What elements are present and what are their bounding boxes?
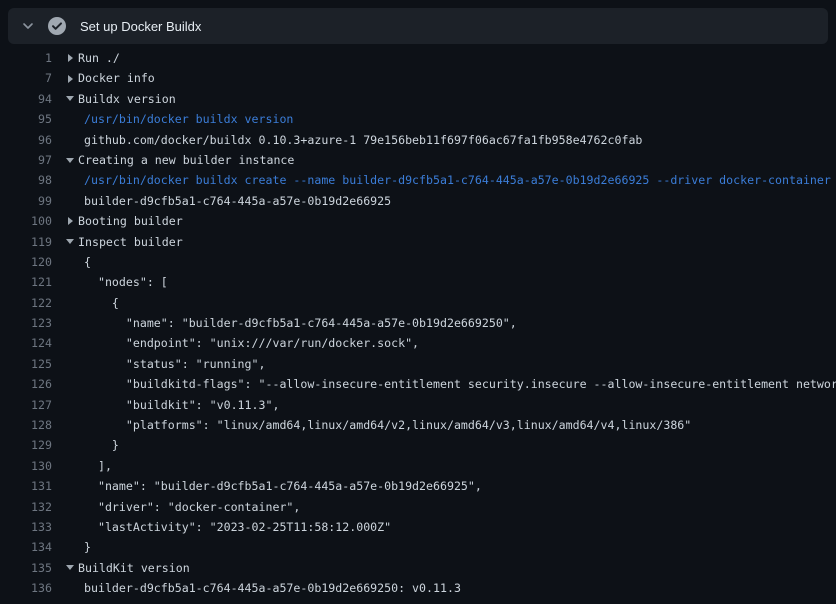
line-number[interactable]: 132 — [0, 497, 52, 517]
log-text: Inspect builder — [78, 232, 183, 252]
log-group-line[interactable]: 1 Run ./ — [0, 48, 836, 68]
log-line: 125 "status": "running", — [0, 354, 836, 374]
log-line: 99 builder-d9cfb5a1-c764-445a-a57e-0b19d… — [0, 191, 836, 211]
triangle-down-icon — [66, 565, 74, 570]
line-number[interactable]: 131 — [0, 476, 52, 496]
log-line: 133 "lastActivity": "2023-02-25T11:58:12… — [0, 517, 836, 537]
triangle-right-icon — [66, 75, 74, 83]
log-text: builder-d9cfb5a1-c764-445a-a57e-0b19d2e6… — [84, 578, 461, 598]
log-group-line[interactable]: 7 Docker info — [0, 68, 836, 88]
log-text: "platforms": "linux/amd64,linux/amd64/v2… — [84, 415, 691, 435]
line-number[interactable]: 135 — [0, 558, 52, 578]
log-line: 136 builder-d9cfb5a1-c764-445a-a57e-0b19… — [0, 578, 836, 598]
log-line: 130 ], — [0, 456, 836, 476]
line-number[interactable]: 100 — [0, 211, 52, 231]
log-line: 126 "buildkitd-flags": "--allow-insecure… — [0, 374, 836, 394]
line-number[interactable]: 99 — [0, 191, 52, 211]
line-number[interactable]: 98 — [0, 170, 52, 190]
line-number[interactable]: 119 — [0, 232, 52, 252]
triangle-down-icon — [66, 158, 74, 163]
line-number[interactable]: 123 — [0, 313, 52, 333]
log-line: 127 "buildkit": "v0.11.3", — [0, 395, 836, 415]
log-text: "buildkitd-flags": "--allow-insecure-ent… — [84, 374, 836, 394]
log-text: github.com/docker/buildx 0.10.3+azure-1 … — [84, 130, 642, 150]
line-number[interactable]: 126 — [0, 374, 52, 394]
log-text: "nodes": [ — [84, 272, 168, 292]
line-number[interactable]: 1 — [0, 48, 52, 68]
log-text: { — [84, 293, 119, 313]
check-circle-icon — [48, 17, 66, 35]
line-number[interactable]: 128 — [0, 415, 52, 435]
line-number[interactable]: 125 — [0, 354, 52, 374]
log-line: 98 /usr/bin/docker buildx create --name … — [0, 170, 836, 190]
line-number[interactable]: 136 — [0, 578, 52, 598]
log-text: { — [84, 252, 91, 272]
actions-log-viewer: Set up Docker Buildx 1 Run ./ 7 Docker i… — [0, 0, 836, 604]
log-text: "driver": "docker-container", — [84, 497, 300, 517]
log-text: Buildx version — [78, 89, 176, 109]
log-text: Run ./ — [78, 48, 120, 68]
line-number[interactable]: 121 — [0, 272, 52, 292]
log-lines: 1 Run ./ 7 Docker info 94 Buildx version… — [0, 44, 836, 604]
log-text: Creating a new builder instance — [78, 150, 294, 170]
log-text: "buildkit": "v0.11.3", — [84, 395, 279, 415]
log-text: "name": "builder-d9cfb5a1-c764-445a-a57e… — [84, 476, 482, 496]
line-number[interactable]: 96 — [0, 130, 52, 150]
log-line: 122 { — [0, 293, 836, 313]
triangle-right-icon — [66, 217, 74, 225]
triangle-down-icon — [66, 239, 74, 244]
log-line: 128 "platforms": "linux/amd64,linux/amd6… — [0, 415, 836, 435]
triangle-down-icon — [66, 96, 74, 101]
line-number[interactable]: 7 — [0, 68, 52, 88]
log-line: 96 github.com/docker/buildx 0.10.3+azure… — [0, 130, 836, 150]
log-line: 129 } — [0, 435, 836, 455]
line-number[interactable]: 129 — [0, 435, 52, 455]
log-group-line[interactable]: 97 Creating a new builder instance — [0, 150, 836, 170]
step-title: Set up Docker Buildx — [80, 19, 201, 34]
line-number[interactable]: 130 — [0, 456, 52, 476]
line-number[interactable]: 120 — [0, 252, 52, 272]
log-text: /usr/bin/docker buildx create --name bui… — [84, 170, 831, 190]
log-text: BuildKit version — [78, 558, 190, 578]
log-line: 121 "nodes": [ — [0, 272, 836, 292]
log-line: 124 "endpoint": "unix:///var/run/docker.… — [0, 333, 836, 353]
log-text: "name": "builder-d9cfb5a1-c764-445a-a57e… — [84, 313, 517, 333]
log-text: Booting builder — [78, 211, 183, 231]
line-number[interactable]: 97 — [0, 150, 52, 170]
line-number[interactable]: 134 — [0, 537, 52, 557]
chevron-down-icon[interactable] — [20, 18, 36, 34]
log-line: 120 { — [0, 252, 836, 272]
log-text: "endpoint": "unix:///var/run/docker.sock… — [84, 333, 419, 353]
log-text: } — [84, 435, 119, 455]
log-text: ], — [84, 456, 112, 476]
step-header[interactable]: Set up Docker Buildx — [8, 8, 828, 44]
triangle-right-icon — [66, 54, 74, 62]
log-group-line[interactable]: 94 Buildx version — [0, 89, 836, 109]
line-number[interactable]: 124 — [0, 333, 52, 353]
line-number[interactable]: 127 — [0, 395, 52, 415]
log-group-line[interactable]: 135 BuildKit version — [0, 558, 836, 578]
log-text: "lastActivity": "2023-02-25T11:58:12.000… — [84, 517, 391, 537]
log-line: 132 "driver": "docker-container", — [0, 497, 836, 517]
line-number[interactable]: 95 — [0, 109, 52, 129]
log-group-line[interactable]: 100 Booting builder — [0, 211, 836, 231]
log-text: builder-d9cfb5a1-c764-445a-a57e-0b19d2e6… — [84, 191, 391, 211]
log-line: 95 /usr/bin/docker buildx version — [0, 109, 836, 129]
line-number[interactable]: 133 — [0, 517, 52, 537]
log-text: /usr/bin/docker buildx version — [84, 109, 293, 129]
line-number[interactable]: 94 — [0, 89, 52, 109]
log-line: 123 "name": "builder-d9cfb5a1-c764-445a-… — [0, 313, 836, 333]
log-text: } — [84, 537, 91, 557]
log-line: 131 "name": "builder-d9cfb5a1-c764-445a-… — [0, 476, 836, 496]
log-group-line[interactable]: 119 Inspect builder — [0, 232, 836, 252]
line-number[interactable]: 122 — [0, 293, 52, 313]
log-text: "status": "running", — [84, 354, 265, 374]
log-line: 134 } — [0, 537, 836, 557]
log-text: Docker info — [78, 68, 155, 88]
